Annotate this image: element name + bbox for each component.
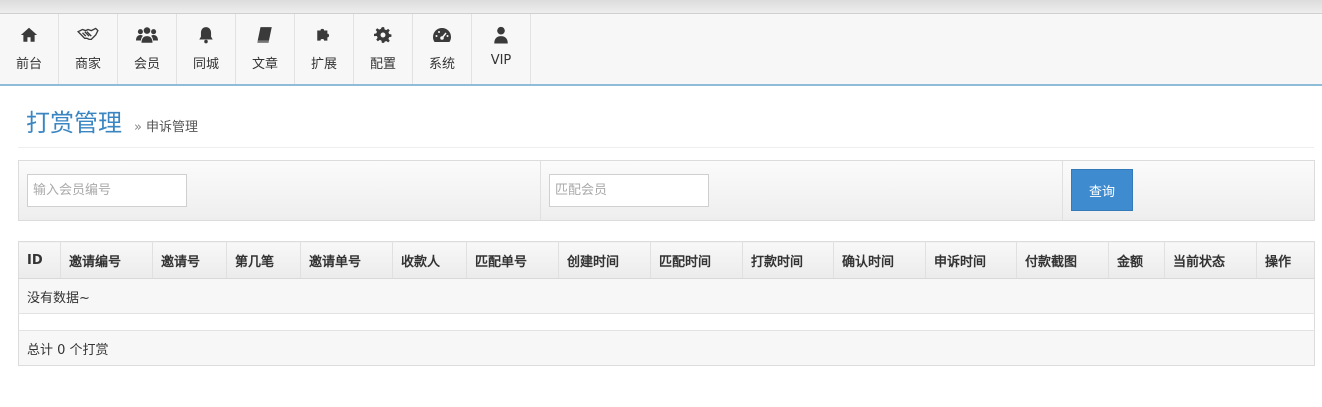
filter-cell-match <box>541 161 1063 220</box>
nav-label: 商家 <box>74 57 101 72</box>
column-header[interactable]: 第几笔 <box>226 241 301 279</box>
handshake-icon <box>77 27 99 41</box>
column-header[interactable]: 创建时间 <box>558 241 651 279</box>
filter-cell-action: 查询 <box>1063 161 1314 220</box>
nav-item-system[interactable]: 系统 <box>413 14 472 84</box>
column-header[interactable]: 申诉时间 <box>925 241 1017 279</box>
column-header[interactable]: 邀请单号 <box>300 241 393 279</box>
book-icon <box>257 27 272 43</box>
main-nav: 前台 商家 会员 同城 文章 扩展 配置 系统 VIP <box>0 14 1322 86</box>
nav-label: 扩展 <box>310 57 337 72</box>
column-header[interactable]: 收款人 <box>392 241 467 279</box>
column-header[interactable]: 确认时间 <box>833 241 926 279</box>
nav-label: 前台 <box>15 57 42 72</box>
nav-item-config[interactable]: 配置 <box>354 14 413 84</box>
nav-item-articles[interactable]: 文章 <box>236 14 295 84</box>
nav-item-frontdesk[interactable]: 前台 <box>0 14 59 84</box>
filter-cell-member <box>19 161 541 220</box>
total-count: 总计 0 个打赏 <box>18 330 1315 366</box>
column-header[interactable]: ID <box>18 241 61 279</box>
nav-item-local[interactable]: 同城 <box>177 14 236 84</box>
column-header[interactable]: 打款时间 <box>742 241 834 279</box>
blank-cell <box>18 313 1315 331</box>
column-header[interactable]: 邀请号 <box>152 241 227 279</box>
nav-label: 文章 <box>251 57 278 72</box>
gear-icon <box>374 27 392 43</box>
puzzle-icon <box>317 28 330 41</box>
users-icon <box>136 27 158 43</box>
page-header: 打赏管理 » 申诉管理 <box>26 103 198 138</box>
total-row: 总计 0 个打赏 <box>18 330 1315 366</box>
column-header[interactable]: 金额 <box>1108 241 1165 279</box>
match-member-input[interactable] <box>549 174 709 207</box>
nav-label: 系统 <box>428 57 455 72</box>
breadcrumb-separator: » <box>134 120 142 135</box>
user-icon <box>494 26 508 44</box>
bell-icon <box>199 27 213 44</box>
title-divider <box>18 147 1314 148</box>
breadcrumb: » 申诉管理 <box>134 116 198 135</box>
column-header[interactable]: 匹配时间 <box>650 241 743 279</box>
reward-table: ID 邀请编号 邀请号 第几笔 邀请单号 收款人 匹配单号 创建时间 匹配时间 … <box>18 241 1315 366</box>
column-header[interactable]: 匹配单号 <box>466 241 559 279</box>
query-button[interactable]: 查询 <box>1071 169 1133 211</box>
nav-label: 同城 <box>192 57 219 72</box>
nav-item-vip[interactable]: VIP <box>472 14 531 84</box>
column-header[interactable]: 付款截图 <box>1016 241 1109 279</box>
table-header-row: ID 邀请编号 邀请号 第几笔 邀请单号 收款人 匹配单号 创建时间 匹配时间 … <box>18 241 1315 279</box>
column-header[interactable]: 操作 <box>1256 241 1315 279</box>
home-icon <box>20 27 38 42</box>
nav-item-extensions[interactable]: 扩展 <box>295 14 354 84</box>
nav-item-members[interactable]: 会员 <box>118 14 177 84</box>
member-number-input[interactable] <box>27 174 187 207</box>
nav-item-merchant[interactable]: 商家 <box>59 14 118 84</box>
filter-bar: 查询 <box>18 160 1315 221</box>
empty-row: 没有数据~ <box>18 278 1315 314</box>
column-header[interactable]: 邀请编号 <box>60 241 153 279</box>
breadcrumb-current[interactable]: 申诉管理 <box>146 120 198 135</box>
blank-row <box>18 313 1315 331</box>
dashboard-icon <box>433 28 451 42</box>
page-title: 打赏管理 <box>26 109 122 137</box>
empty-message: 没有数据~ <box>18 278 1315 314</box>
top-strip <box>0 0 1322 14</box>
nav-label: 会员 <box>133 57 160 72</box>
column-header[interactable]: 当前状态 <box>1164 241 1257 279</box>
nav-label: 配置 <box>369 57 396 72</box>
nav-label: VIP <box>490 53 512 68</box>
